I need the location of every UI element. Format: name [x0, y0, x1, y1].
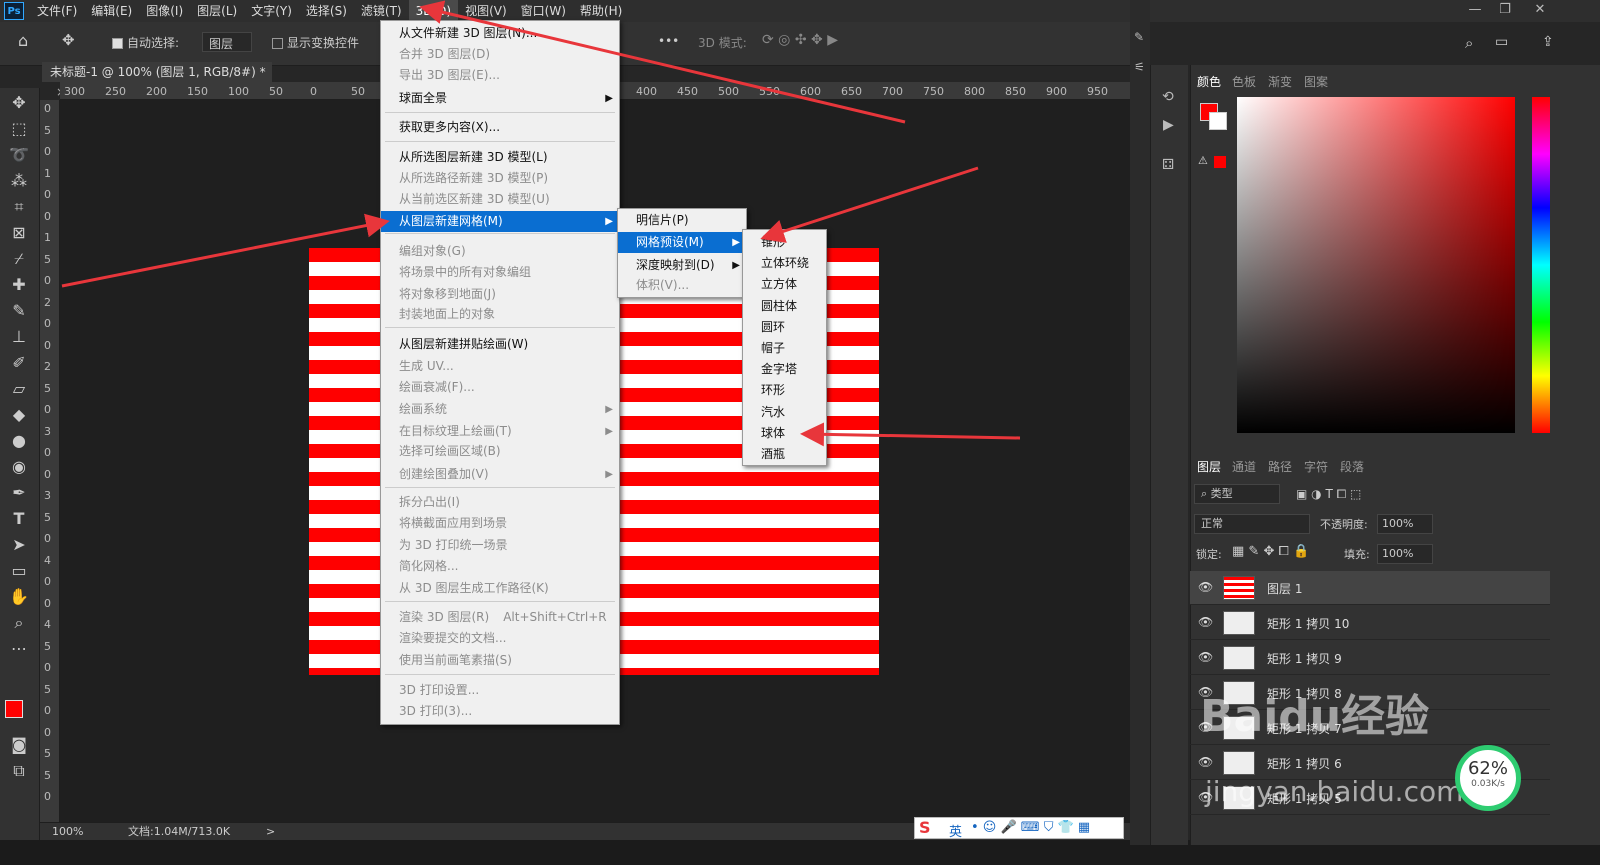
- ime-tool-icons[interactable]: • ☺ 🎤 ⌨ ⛉ 👕 ▦: [971, 820, 1090, 835]
- ime-language[interactable]: 英: [949, 821, 962, 840]
- ime-toolbar[interactable]: S 英 • ☺ 🎤 ⌨ ⛉ 👕 ▦: [914, 817, 1124, 840]
- arrow-to-3d-menu: [419, 0, 906, 124]
- watermark: Baidu经验: [1200, 691, 1430, 742]
- sogou-icon: S: [919, 818, 931, 837]
- gauge-speed: 0.03K/s: [1471, 779, 1505, 789]
- network-gauge: 62% 0.03K/s: [1455, 745, 1521, 811]
- arrow-to-preset-item: [760, 166, 979, 243]
- gauge-value: 62%: [1467, 758, 1508, 779]
- watermark-url: jingyan.baidu.com: [1205, 775, 1464, 808]
- arrow-to-sphere-item: [800, 422, 1021, 447]
- arrow-to-mesh-item: [61, 213, 390, 288]
